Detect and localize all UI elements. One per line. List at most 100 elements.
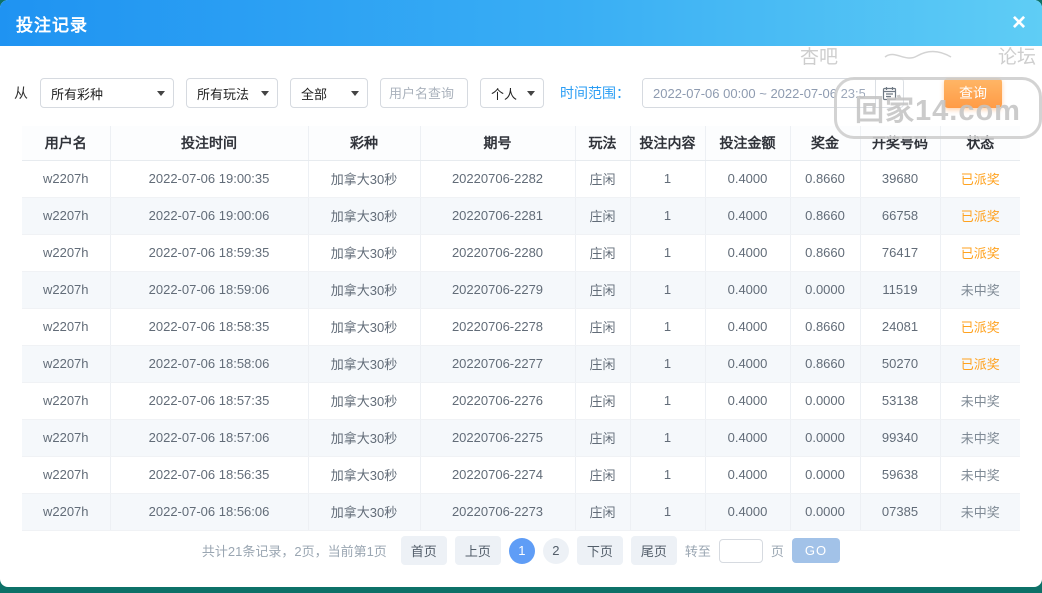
status-badge: 未中奖: [940, 493, 1020, 531]
table-cell: 0.0000: [790, 271, 861, 309]
table-cell: 1: [630, 382, 706, 420]
page-number-button[interactable]: 1: [508, 537, 535, 564]
table-cell: 1: [630, 456, 706, 494]
table-cell: 1: [630, 308, 706, 346]
table-row: w2207h 2022-07-06 18:56:35 加拿大30秒 20220706-…: [22, 456, 1020, 494]
scope-select[interactable]: 个人: [480, 78, 544, 108]
scope-value: 个人: [491, 86, 518, 102]
column-header: 开奖号码: [860, 126, 941, 161]
table-cell: 0.4000: [705, 419, 791, 457]
table-cell: 24081: [860, 308, 941, 346]
table-cell: 1: [630, 345, 706, 383]
table-row: w2207h 2022-07-06 19:00:06 加拿大30秒 20220706-…: [22, 197, 1020, 235]
table-cell: 2022-07-06 18:59:35: [110, 234, 309, 272]
table-cell: 2022-07-06 18:58:35: [110, 308, 309, 346]
prev-page-button[interactable]: 上页: [454, 536, 501, 565]
table-cell: 1: [630, 234, 706, 272]
table-cell: 2022-07-06 18:59:06: [110, 271, 309, 309]
table-row: w2207h 2022-07-06 18:57:35 加拿大30秒 20220706-…: [22, 382, 1020, 420]
table-cell: 2022-07-06 18:57:35: [110, 382, 309, 420]
table-cell: 加拿大30秒: [308, 308, 421, 346]
table-cell: w2207h: [22, 345, 111, 383]
table-row: w2207h 2022-07-06 18:59:06 加拿大30秒 20220706-…: [22, 271, 1020, 309]
table-cell: 庄闲: [575, 234, 631, 272]
table-cell: 20220706-2278: [420, 308, 576, 346]
table-cell: 11519: [860, 271, 941, 309]
table-row: w2207h 2022-07-06 18:59:35 加拿大30秒 20220706-…: [22, 234, 1020, 272]
table-cell: 2022-07-06 18:57:06: [110, 419, 309, 457]
table-row: w2207h 2022-07-06 18:58:06 加拿大30秒 20220706-…: [22, 345, 1020, 383]
status-badge: 已派奖: [940, 234, 1020, 272]
close-icon[interactable]: ×: [1012, 11, 1026, 35]
time-range-label: 时间范围：: [560, 85, 630, 101]
play-type-value: 所有玩法: [197, 86, 250, 102]
table-cell: 2022-07-06 18:56:35: [110, 456, 309, 494]
table-row: w2207h 2022-07-06 18:57:06 加拿大30秒 20220706-…: [22, 419, 1020, 457]
table-cell: 1: [630, 271, 706, 309]
date-range-group: [642, 78, 904, 108]
go-button[interactable]: GO: [791, 538, 841, 563]
table-cell: 庄闲: [575, 456, 631, 494]
table-cell: 0.8660: [790, 345, 861, 383]
table-cell: w2207h: [22, 271, 111, 309]
lottery-type-value: 所有彩种: [51, 86, 104, 102]
table-cell: 1: [630, 493, 706, 531]
column-header: 期号: [420, 126, 576, 161]
from-label: 从: [14, 85, 28, 101]
table-cell: w2207h: [22, 234, 111, 272]
table-cell: 加拿大30秒: [308, 234, 421, 272]
table-cell: 66758: [860, 197, 941, 235]
table-cell: 0.4000: [705, 234, 791, 272]
column-header: 彩种: [308, 126, 421, 161]
username-search-input[interactable]: [380, 78, 468, 108]
next-page-button[interactable]: 下页: [576, 536, 623, 565]
table-cell: 1: [630, 419, 706, 457]
table-cell: 0.4000: [705, 456, 791, 494]
calendar-icon[interactable]: [875, 79, 903, 107]
table-cell: 0.0000: [790, 493, 861, 531]
status-badge: 已派奖: [940, 197, 1020, 235]
table-cell: w2207h: [22, 382, 111, 420]
table-cell: 庄闲: [575, 382, 631, 420]
table-cell: 加拿大30秒: [308, 345, 421, 383]
play-type-select[interactable]: 所有玩法: [186, 78, 278, 108]
table-cell: 加拿大30秒: [308, 271, 421, 309]
table-cell: 庄闲: [575, 493, 631, 531]
status-badge: 已派奖: [940, 308, 1020, 346]
table-row: w2207h 2022-07-06 19:00:35 加拿大30秒 20220706-…: [22, 160, 1020, 198]
table-cell: 0.0000: [790, 456, 861, 494]
table-cell: 加拿大30秒: [308, 160, 421, 198]
table-cell: 20220706-2275: [420, 419, 576, 457]
table-cell: 庄闲: [575, 419, 631, 457]
table-cell: 0.8660: [790, 308, 861, 346]
table-cell: w2207h: [22, 308, 111, 346]
goto-label: 转至: [684, 544, 711, 559]
table-cell: 加拿大30秒: [308, 197, 421, 235]
page-numbers: 12: [508, 537, 569, 564]
first-page-button[interactable]: 首页: [400, 536, 447, 565]
table-cell: 20220706-2274: [420, 456, 576, 494]
table-cell: 2022-07-06 18:56:06: [110, 493, 309, 531]
table-cell: 2022-07-06 19:00:35: [110, 160, 309, 198]
table-cell: 20220706-2273: [420, 493, 576, 531]
column-header: 投注时间: [110, 126, 309, 161]
page-number-button[interactable]: 2: [542, 537, 569, 564]
goto-page-input[interactable]: [718, 538, 763, 563]
last-page-button[interactable]: 尾页: [630, 536, 677, 565]
table-cell: 0.4000: [705, 493, 791, 531]
table-cell: 39680: [860, 160, 941, 198]
lottery-type-select[interactable]: 所有彩种: [40, 78, 174, 108]
status-filter-select[interactable]: 全部: [290, 78, 368, 108]
table-cell: w2207h: [22, 160, 111, 198]
table-cell: 0.4000: [705, 382, 791, 420]
query-button[interactable]: 查询: [944, 78, 1002, 108]
table-cell: 0.4000: [705, 345, 791, 383]
date-range-input[interactable]: [643, 79, 875, 107]
column-header: 用户名: [22, 126, 111, 161]
column-header: 奖金: [790, 126, 861, 161]
table-cell: 加拿大30秒: [308, 382, 421, 420]
table-cell: 1: [630, 160, 706, 198]
chevron-down-icon: [157, 91, 165, 100]
table-row: w2207h 2022-07-06 18:56:06 加拿大30秒 20220706-…: [22, 493, 1020, 531]
column-header: 状态: [940, 126, 1020, 161]
